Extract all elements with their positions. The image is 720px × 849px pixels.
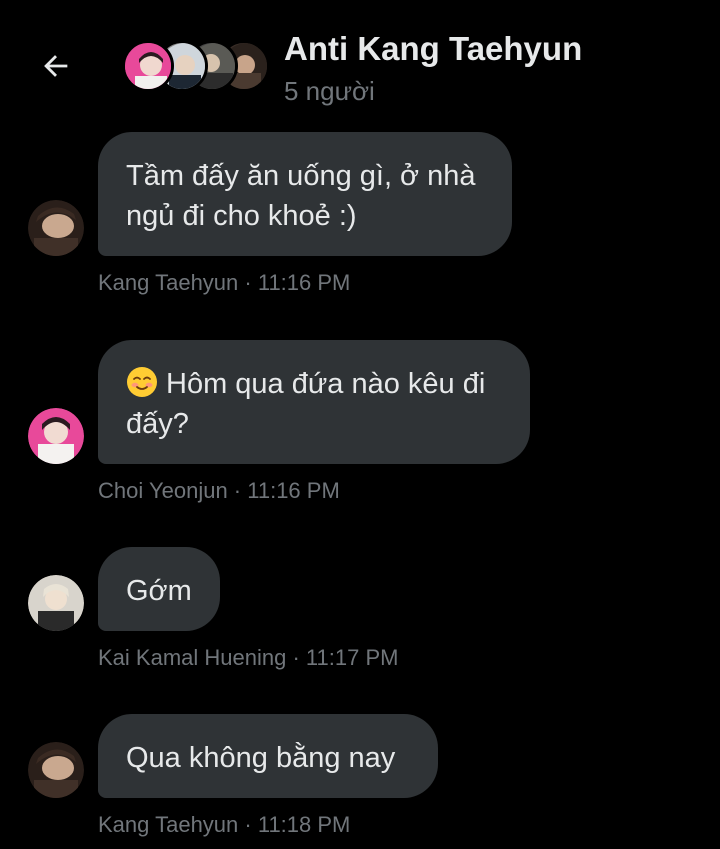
- huening-avatar[interactable]: [28, 575, 84, 631]
- timestamp: 11:16 PM: [247, 478, 340, 503]
- message-bubble[interactable]: Qua không bằng nay: [98, 714, 438, 798]
- message-meta: Choi Yeonjun · 11:16 PM: [98, 478, 340, 503]
- conversation-title[interactable]: Anti Kang Taehyun: [284, 30, 582, 68]
- message-meta: Kai Kamal Huening · 11:17 PM: [98, 645, 399, 670]
- member-avatar: [122, 40, 174, 92]
- back-button[interactable]: [36, 46, 76, 86]
- arrow-left-icon: [44, 55, 68, 77]
- taehyun-avatar[interactable]: [28, 742, 84, 798]
- timestamp: 11:16 PM: [257, 270, 351, 295]
- conversation-header: Anti Kang Taehyun 5 người: [0, 0, 720, 120]
- group-avatar-stack[interactable]: [122, 40, 270, 94]
- member-count: 5 người: [284, 76, 375, 106]
- message-bubble[interactable]: Tầm đấy ăn uống gì, ở nhà ngủ đi cho kho…: [98, 132, 512, 256]
- message-meta: Kang Taehyun · 11:18 PM: [98, 812, 351, 837]
- message-bubble[interactable]: Gớm: [98, 547, 220, 631]
- sender-name[interactable]: Choi Yeonjun: [98, 478, 228, 503]
- timestamp: 11:18 PM: [257, 812, 351, 837]
- message-text: Qua không bằng nay: [126, 742, 396, 774]
- taehyun-avatar[interactable]: [28, 200, 84, 256]
- message-text: Gớm: [126, 575, 192, 607]
- sender-name[interactable]: Kang Taehyun: [98, 812, 238, 837]
- smiling-face-emoji-icon: [127, 367, 157, 397]
- message-bubble[interactable]: Hôm qua đứa nào kêu đi đấy?: [98, 340, 530, 464]
- message-text: Tầm đấy ăn uống gì, ở nhà ngủ đi cho kho…: [126, 160, 476, 232]
- timestamp: 11:17 PM: [305, 645, 399, 670]
- sender-name[interactable]: Kang Taehyun: [98, 270, 238, 295]
- message-meta: Kang Taehyun · 11:16 PM: [98, 270, 351, 295]
- sender-name[interactable]: Kai Kamal Huening: [98, 645, 286, 670]
- message-text: Hôm qua đứa nào kêu đi đấy?: [126, 368, 486, 440]
- yeonjun-avatar[interactable]: [28, 408, 84, 464]
